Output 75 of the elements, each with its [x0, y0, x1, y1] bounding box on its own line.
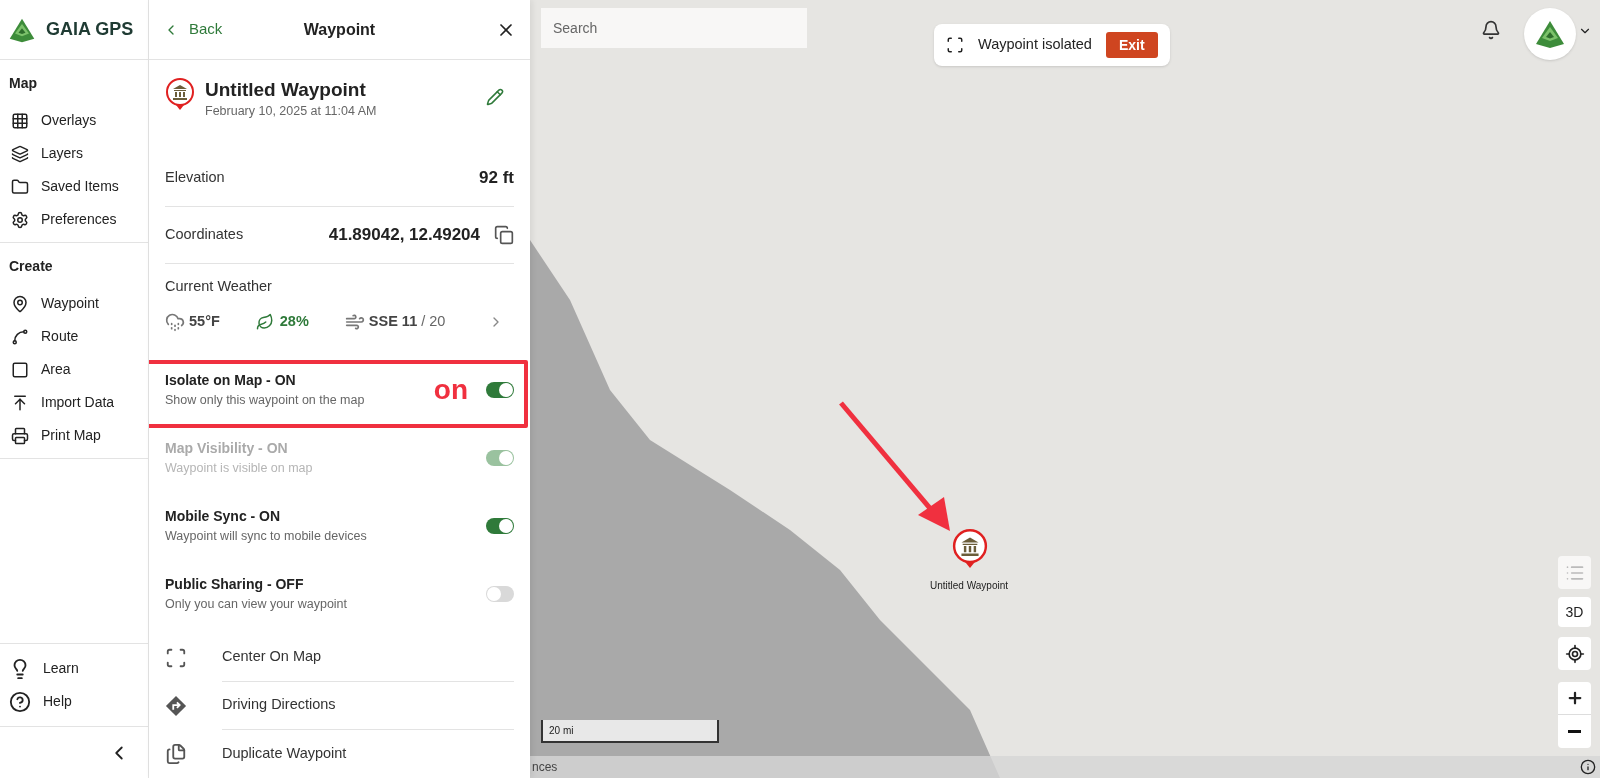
center-icon: [165, 646, 187, 669]
locate-icon: [1564, 643, 1585, 664]
sidebar-item[interactable]: Help: [0, 685, 148, 718]
3d-view-button[interactable]: 3D: [1558, 597, 1591, 627]
help-icon: [9, 690, 31, 713]
wind-gust: / 20: [421, 311, 446, 331]
sidebar-item[interactable]: Area: [0, 353, 148, 386]
weather-heading: Current Weather: [165, 277, 273, 296]
map-area[interactable]: Search Waypoint isolated Exit Untitled Waypoint 20 mi nces 3D: [530, 0, 1600, 778]
toggle-switch[interactable]: [486, 585, 514, 602]
sidebar-item[interactable]: Preferences: [0, 203, 148, 236]
app-logo-text: GAIA GPS: [46, 18, 134, 41]
cloud-rain-icon: [165, 311, 185, 332]
upload-icon: [11, 393, 29, 412]
banner-text: Waypoint isolated: [978, 35, 1092, 55]
toggle-description: Show only this waypoint on the map: [165, 391, 365, 409]
sidebar-item[interactable]: Route: [0, 320, 148, 353]
info-icon[interactable]: [1580, 759, 1596, 775]
toggle-title: Map Visibility - ON: [165, 438, 289, 458]
temperature: 55°F: [189, 311, 220, 331]
humidity: 28%: [279, 311, 309, 331]
toggle-title: Public Sharing - OFF: [165, 574, 305, 594]
wind-speed: SSE 11: [368, 311, 418, 331]
detail-value: 41.89042, 12.49204: [328, 224, 480, 247]
center-icon: [946, 36, 964, 54]
waypoint-name: Untitled Waypoint: [205, 78, 367, 102]
sidebar-item[interactable]: Layers: [0, 137, 148, 170]
sidebar-item[interactable]: Overlays: [0, 104, 148, 137]
waypoint-date: February 10, 2025 at 11:04 AM: [205, 103, 377, 120]
attribution-bar: nces: [530, 756, 1600, 778]
locate-button[interactable]: [1558, 637, 1591, 670]
detail-label: Elevation: [165, 168, 225, 188]
map-pin-icon: [11, 294, 29, 313]
section-heading: Map: [8, 74, 38, 93]
action-item[interactable]: Duplicate Waypoint: [165, 729, 514, 778]
toggle-description: Waypoint is visible on map: [165, 459, 313, 477]
toggle-title: Isolate on Map - ON: [165, 370, 297, 390]
toggle-description: Waypoint will sync to mobile devices: [165, 527, 367, 545]
detail-label: Coordinates: [165, 225, 244, 245]
toggle-switch[interactable]: [486, 517, 514, 534]
copy-icon: [494, 225, 514, 245]
exit-button[interactable]: Exit: [1105, 32, 1158, 58]
account-avatar[interactable]: [1524, 8, 1576, 60]
sidebar-item[interactable]: Learn: [0, 652, 148, 685]
section-heading: Create: [8, 257, 54, 276]
toggle-description: Only you can view your waypoint: [165, 595, 348, 613]
annotation-label: on: [433, 375, 468, 404]
settings-icon: [11, 210, 29, 229]
folder-icon: [11, 177, 29, 196]
directions-icon: [165, 694, 187, 717]
edit-button[interactable]: [486, 88, 504, 106]
search-field[interactable]: Search: [541, 8, 807, 48]
layers-icon: [11, 144, 29, 163]
toggle-switch[interactable]: [486, 381, 514, 398]
sidebar-item[interactable]: Waypoint: [0, 287, 148, 320]
minus-icon: [1568, 730, 1581, 733]
marker-label: Untitled Waypoint: [930, 579, 1008, 593]
sidebar-item[interactable]: Saved Items: [0, 170, 148, 203]
leaf-icon: [255, 312, 274, 331]
detail-value: 92 ft: [479, 167, 514, 190]
scale-bar: 20 mi: [541, 720, 719, 743]
duplicate-icon: [165, 742, 187, 765]
toggle-title: Mobile Sync - ON: [165, 506, 282, 526]
copy-button[interactable]: [494, 225, 514, 245]
route-icon: [11, 327, 29, 346]
grid-icon: [11, 111, 29, 130]
action-item[interactable]: Driving Directions: [165, 681, 514, 730]
action-item[interactable]: Center On Map: [165, 633, 514, 682]
square-icon: [11, 360, 29, 379]
panel-title: Waypoint: [303, 19, 376, 40]
printer-icon: [11, 426, 29, 445]
back-button[interactable]: Back: [163, 18, 223, 41]
notification-bell-icon[interactable]: [1481, 20, 1501, 40]
sidebar-item[interactable]: Import Data: [0, 386, 148, 419]
sidebar-item[interactable]: Print Map: [0, 419, 148, 452]
